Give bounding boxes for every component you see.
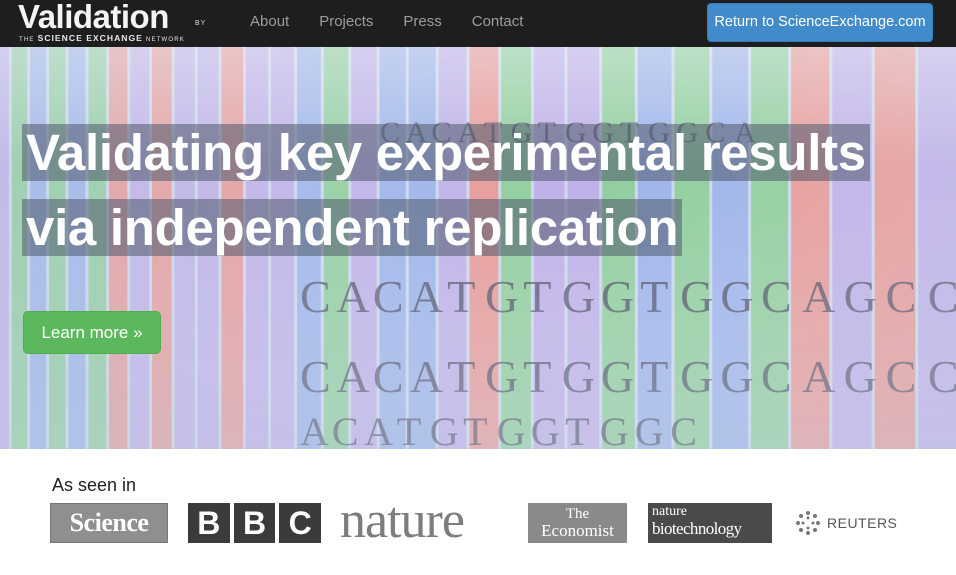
nav-link-contact[interactable]: Contact (457, 0, 539, 47)
brand-sub-name: SCIENCE EXCHANGE (37, 33, 143, 43)
nature-biotechnology-logo: nature biotechnology (648, 503, 772, 543)
brand-by: BY (195, 20, 207, 27)
hero-headline-line1-text: Validating key experimental results (22, 124, 870, 181)
brand-logo[interactable]: Validation BY THE SCIENCE EXCHANGE NETWO… (18, 0, 218, 47)
return-to-scienceexchange-button[interactable]: Return to ScienceExchange.com (707, 3, 933, 42)
hero-banner: CACATGTGGTGGCACACATGTGGTGGCAGCCCACATGTGG… (0, 47, 956, 449)
natbio-logo-line2: biotechnology (652, 519, 742, 538)
nav-link-about[interactable]: About (235, 0, 304, 47)
reuters-dots-icon (796, 511, 820, 535)
bbc-logo-block-1: B (188, 503, 230, 543)
bbc-logo: B B C (188, 503, 322, 543)
reuters-logo-text: REUTERS (827, 515, 898, 531)
nav-links: About Projects Press Contact (235, 0, 538, 47)
science-logo: Science (50, 503, 168, 543)
bbc-logo-block-3: C (279, 503, 322, 543)
brand-subtitle: THE SCIENCE EXCHANGE NETWORK (19, 33, 185, 43)
hero-headline-line1: Validating key experimental results (22, 120, 870, 186)
learn-more-button[interactable]: Learn more » (23, 311, 161, 354)
reuters-logo: REUTERS (795, 503, 905, 543)
nav-link-press[interactable]: Press (388, 0, 456, 47)
hero-headline-line2-text: via independent replication (22, 199, 683, 256)
bbc-logo-block-2: B (233, 503, 276, 543)
hero-headline-line2: via independent replication (22, 195, 683, 261)
brand-title: Validation (18, 0, 169, 35)
nature-logo: nature (340, 492, 465, 549)
economist-logo: The Economist (528, 503, 627, 543)
economist-logo-line2: Economist (541, 521, 614, 540)
economist-logo-line1: The (565, 506, 590, 522)
nav-link-projects[interactable]: Projects (304, 0, 388, 47)
as-seen-in-label: As seen in (52, 475, 137, 495)
brand-sub-network: NETWORK (145, 37, 185, 43)
brand-sub-the: THE (19, 37, 35, 43)
top-navbar: Validation BY THE SCIENCE EXCHANGE NETWO… (0, 0, 956, 47)
natbio-logo-line1: nature (652, 504, 687, 519)
